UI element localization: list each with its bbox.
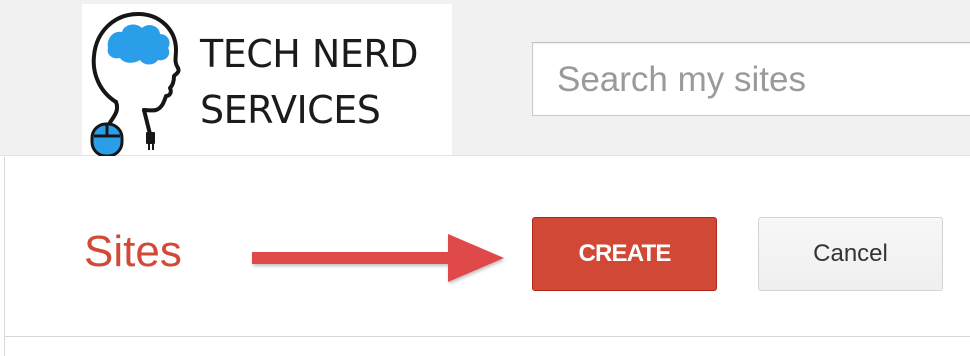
page-title: Sites — [84, 227, 182, 276]
header-bar: TECH NERD SERVICES — [0, 0, 970, 156]
red-arrow-right-icon — [252, 234, 504, 282]
create-button[interactable]: CREATE — [532, 217, 717, 291]
divider — [4, 336, 970, 337]
logo-line-1: TECH NERD — [200, 32, 419, 76]
page: TECH NERD SERVICES Sites CREATE Cancel — [0, 0, 970, 356]
cancel-button[interactable]: Cancel — [758, 217, 943, 291]
logo[interactable]: TECH NERD SERVICES — [82, 4, 452, 156]
logo-text: TECH NERD SERVICES — [200, 26, 419, 138]
search-box[interactable] — [532, 42, 970, 116]
logo-line-2: SERVICES — [200, 88, 381, 132]
search-input[interactable] — [555, 55, 959, 105]
head-with-brain-and-mouse-icon — [90, 12, 181, 156]
content-left-border — [4, 157, 5, 356]
